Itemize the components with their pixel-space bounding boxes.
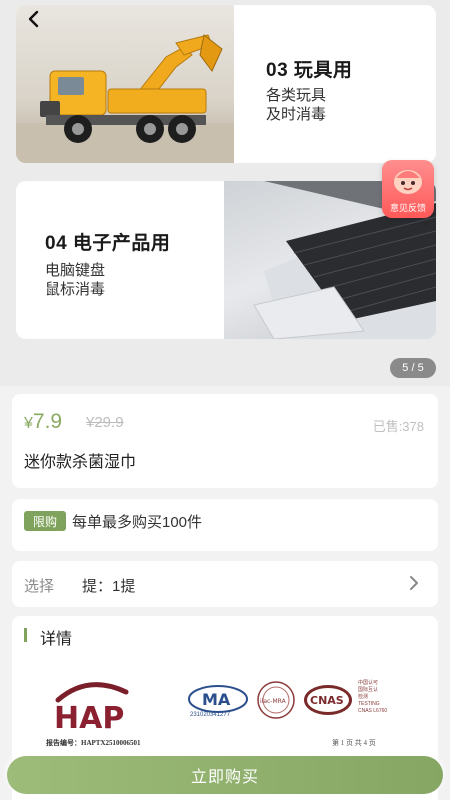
currency-symbol: ¥	[24, 415, 33, 432]
gallery-card-electronics: 04 电子产品用 电脑键盘 鼠标消毒	[16, 181, 436, 339]
detail-title: 详情	[40, 631, 73, 648]
chevron-left-icon	[28, 10, 39, 28]
ilac-logo: ilac-MRA	[257, 681, 295, 719]
report-page-number: 第 1 页 共 4 页	[332, 739, 376, 747]
ma-number: 231020341277	[190, 712, 231, 718]
section-marker	[24, 628, 27, 642]
limit-text: 每单最多购买100件	[72, 514, 203, 531]
cnas-line: 国际互认	[358, 687, 379, 693]
card-line: 及时消毒	[266, 106, 327, 123]
feedback-button[interactable]: 意见反馈	[382, 160, 434, 218]
card-title-electronics: 04 电子产品用	[45, 233, 171, 254]
cnas-logo-text: CNAS	[310, 694, 344, 707]
limit-badge: 限购	[24, 511, 66, 531]
cnas-side-text: 中国认可 国际互认 检测 TESTING CNAS L6760	[358, 680, 387, 715]
ma-logo: MA	[188, 685, 248, 713]
card-line: 鼠标消毒	[45, 281, 106, 298]
hap-logo: HAP	[54, 682, 129, 734]
cnas-line: TESTING	[358, 701, 380, 707]
page-indicator: 5 / 5	[390, 358, 436, 378]
product-name: 迷你款杀菌湿巾	[24, 454, 137, 471]
back-button[interactable]	[22, 8, 46, 30]
mascot-icon	[394, 170, 422, 194]
cnas-logo: CNAS	[304, 685, 352, 715]
card-title-toys: 03 玩具用	[266, 60, 353, 81]
toy-truck-image	[16, 5, 234, 163]
buy-now-button[interactable]: 立即购买	[7, 756, 443, 794]
spec-selector[interactable]: 选择 提：1提	[12, 561, 438, 607]
card-line: 各类玩具	[266, 87, 327, 104]
gallery-card-toys: 03 玩具用 各类玩具 及时消毒	[16, 5, 436, 163]
card-line: 电脑键盘	[45, 262, 106, 279]
chevron-right-icon	[410, 576, 418, 590]
report-number: 报告编号：HAPTX2510006501	[46, 739, 141, 747]
purchase-limit-panel: 限购 每单最多购买100件	[12, 499, 438, 551]
original-price: ¥29.9	[86, 414, 124, 431]
price-panel: ¥7.9 ¥29.9 已售:378 迷你款杀菌湿巾	[12, 394, 438, 488]
sold-count: 已售:378	[372, 419, 424, 434]
feedback-label: 意见反馈	[389, 203, 426, 213]
price-value: 7.9	[32, 410, 63, 433]
select-label: 选择	[24, 578, 55, 595]
cnas-line: CNAS L6760	[358, 708, 388, 714]
cnas-line: 中国认可	[358, 680, 379, 686]
cnas-line: 检测	[358, 694, 369, 700]
current-price: ¥7.9	[24, 410, 62, 434]
hap-logo-text: HAP	[54, 701, 124, 734]
ilac-logo-text: ilac-MRA	[260, 698, 287, 705]
ma-logo-text: MA	[202, 690, 231, 709]
select-value: 提：1提	[82, 578, 136, 595]
